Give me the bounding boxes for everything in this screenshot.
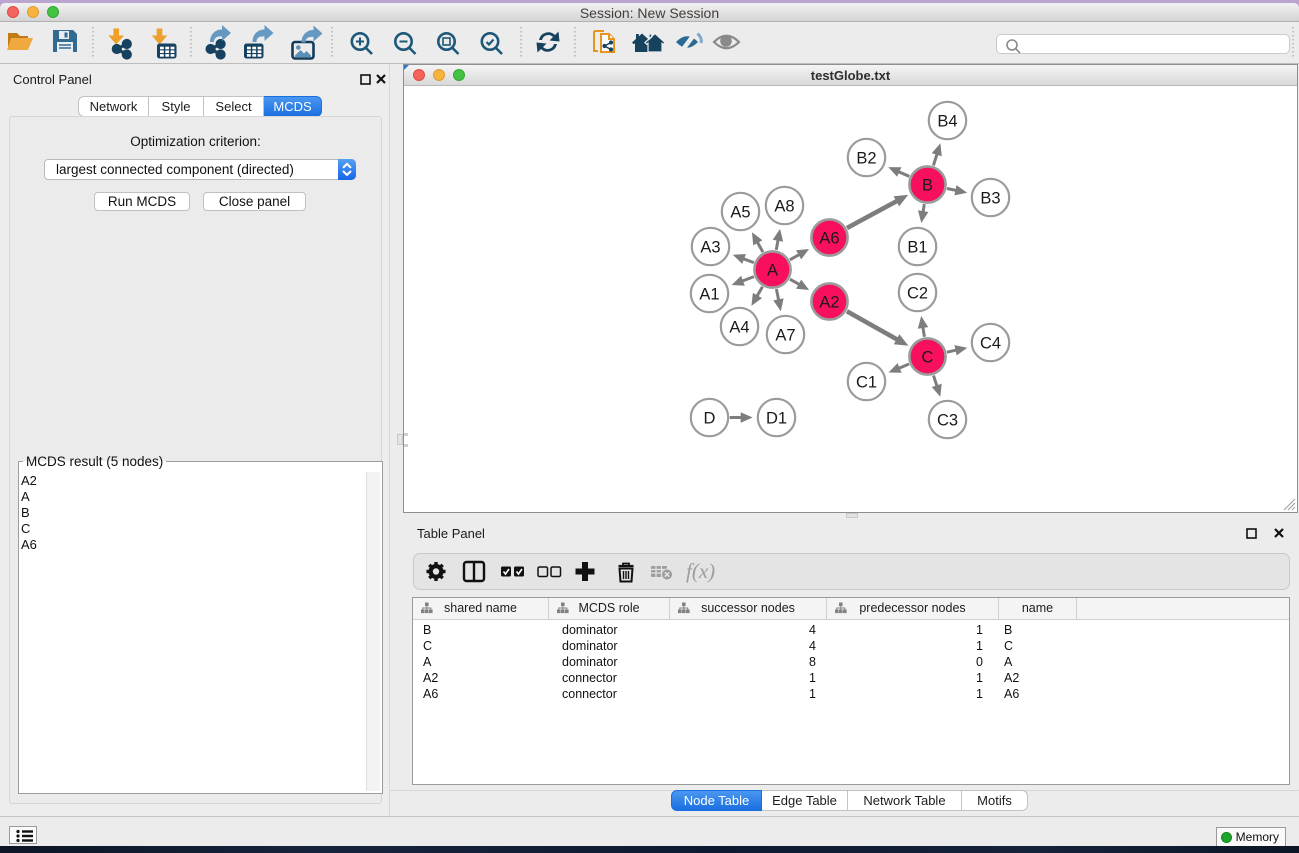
svg-text:f(x): f(x): [686, 559, 715, 583]
svg-text:C1: C1: [855, 373, 876, 391]
svg-text:D: D: [703, 409, 715, 427]
svg-text:C3: C3: [936, 411, 957, 429]
svg-text:D1: D1: [765, 409, 786, 427]
svg-text:C2: C2: [906, 284, 927, 302]
svg-text:B1: B1: [907, 238, 927, 256]
svg-text:A: A: [766, 261, 777, 279]
svg-text:B3: B3: [980, 189, 1000, 207]
svg-text:A5: A5: [730, 203, 750, 221]
svg-text:A7: A7: [775, 326, 795, 344]
svg-text:A8: A8: [774, 197, 794, 215]
svg-text:C: C: [921, 348, 933, 366]
svg-text:A2: A2: [819, 293, 839, 311]
svg-text:B: B: [921, 176, 932, 194]
svg-text:C4: C4: [979, 334, 1000, 352]
svg-text:B2: B2: [856, 149, 876, 167]
svg-text:A1: A1: [699, 285, 719, 303]
svg-text:B4: B4: [937, 112, 957, 130]
svg-text:A4: A4: [729, 318, 749, 336]
svg-text:A3: A3: [700, 238, 720, 256]
svg-text:A6: A6: [819, 229, 839, 247]
